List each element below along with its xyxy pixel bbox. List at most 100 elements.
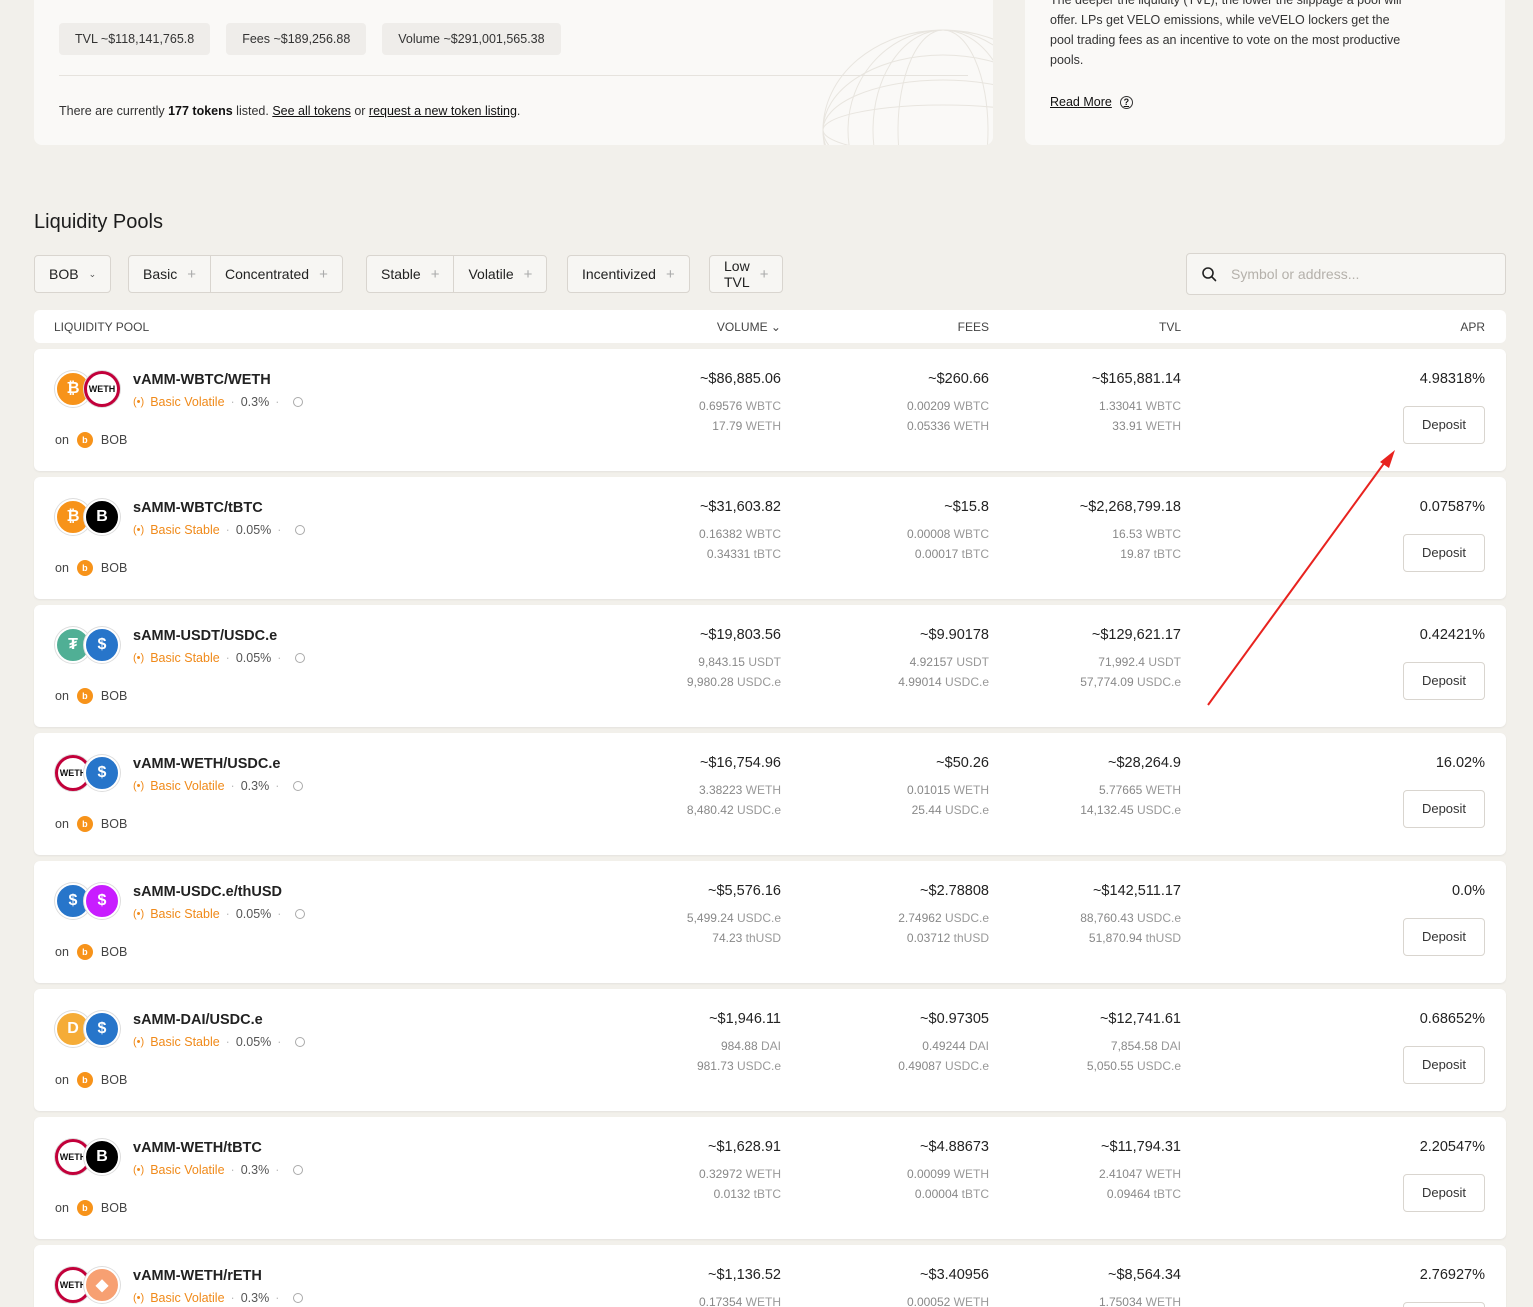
info-icon[interactable]: [295, 525, 306, 535]
volume-usd: ~$86,885.06: [699, 371, 781, 387]
info-icon[interactable]: [295, 653, 306, 663]
deposit-button[interactable]: Deposit: [1403, 1046, 1485, 1084]
deposit-button[interactable]: Deposit: [1403, 1174, 1485, 1212]
filter-low-tvl[interactable]: Low TVL +: [710, 256, 782, 292]
separator: ·: [225, 907, 230, 921]
filter-stable[interactable]: Stable +: [367, 256, 455, 292]
table-row[interactable]: WETH ◆ vAMM-WETH/rETH (•) Basic Volatile…: [34, 1245, 1506, 1307]
fees-cell: ~$0.97305 0.49244 DAI 0.49087 USDC.e: [898, 1011, 989, 1076]
pool-chain: on b BOB: [55, 944, 127, 960]
pool-fee: 0.05%: [235, 907, 272, 921]
low-tvl-filter-group: Low TVL +: [709, 255, 784, 293]
volume-breakdown: 0.17354 WETH: [699, 1292, 781, 1307]
deposit-button[interactable]: Deposit: [1403, 918, 1485, 956]
table-row[interactable]: ₿ WETH vAMM-WBTC/WETH (•) Basic Volatile…: [34, 349, 1506, 471]
fees-symbol-a: DAI: [968, 1039, 989, 1053]
apr-value: 0.68652%: [1419, 1011, 1485, 1027]
search-icon: [1202, 267, 1217, 282]
pool-meta: (•) Basic Stable · 0.05% ·: [133, 1035, 306, 1049]
token-b-icon: $: [84, 1011, 120, 1047]
table-row[interactable]: $ $ sAMM-USDC.e/thUSD (•) Basic Stable ·…: [34, 861, 1506, 983]
info-icon[interactable]: [293, 781, 304, 791]
volume-breakdown: 984.88 DAI 981.73 USDC.e: [697, 1036, 781, 1076]
pool-meta: (•) Basic Volatile · 0.3% ·: [133, 1163, 304, 1177]
filter-incentivized[interactable]: Incentivized +: [568, 256, 689, 292]
separator: ·: [277, 1035, 282, 1049]
deposit-button[interactable]: Deposit: [1403, 1302, 1485, 1307]
pool-name[interactable]: vAMM-WBTC/WETH: [133, 372, 271, 388]
volume-amount-a: 0.16382: [698, 527, 743, 541]
separator: ·: [275, 1163, 280, 1177]
filter-concentrated[interactable]: Concentrated +: [211, 256, 342, 292]
filter-basic[interactable]: Basic +: [129, 256, 211, 292]
separator: ·: [225, 523, 230, 537]
chain-name: BOB: [100, 1201, 128, 1215]
header-apr[interactable]: APR: [1460, 320, 1485, 334]
search-input[interactable]: [1231, 266, 1471, 282]
on-label: on: [55, 1201, 69, 1215]
info-icon[interactable]: [293, 1165, 304, 1175]
tvl-symbol-a: USDT: [1148, 655, 1181, 669]
separator: ·: [277, 907, 282, 921]
pool-name[interactable]: vAMM-WETH/tBTC: [133, 1140, 262, 1156]
header-tvl[interactable]: TVL: [1159, 320, 1181, 334]
tvl-symbol-b: tBTC: [1153, 1187, 1181, 1201]
tvl-symbol-a: WETH: [1145, 1167, 1181, 1181]
pool-fee: 0.3%: [240, 395, 270, 409]
tvl-cell: ~$2,268,799.18 16.53 WBTC 19.87 tBTC: [1080, 499, 1181, 564]
volume-usd: ~$16,754.96: [699, 755, 781, 771]
chain-dropdown-label: BOB: [49, 266, 79, 282]
read-more-link[interactable]: Read More ?: [1050, 95, 1133, 109]
table-row[interactable]: ₮ $ sAMM-USDT/USDC.e (•) Basic Stable · …: [34, 605, 1506, 727]
pool-token-icons: $ $: [55, 883, 121, 921]
deposit-button[interactable]: Deposit: [1403, 406, 1485, 444]
table-row[interactable]: WETH B vAMM-WETH/tBTC (•) Basic Volatile…: [34, 1117, 1506, 1239]
pool-type-icon: (•): [133, 1164, 145, 1176]
token-b-icon: B: [84, 499, 120, 535]
table-row[interactable]: ₿ B sAMM-WBTC/tBTC (•) Basic Stable · 0.…: [34, 477, 1506, 599]
pool-name[interactable]: vAMM-WETH/USDC.e: [133, 756, 280, 772]
fees-breakdown: 0.00209 WBTC 0.05336 WETH: [907, 396, 989, 436]
table-row[interactable]: WETH $ vAMM-WETH/USDC.e (•) Basic Volati…: [34, 733, 1506, 855]
info-icon[interactable]: [295, 909, 306, 919]
token-b-icon: ◆: [84, 1267, 120, 1303]
bob-chain-icon: b: [76, 560, 93, 576]
pool-name[interactable]: sAMM-USDC.e/thUSD: [133, 884, 282, 900]
pool-fee: 0.05%: [235, 651, 272, 665]
pool-type-icon: (•): [133, 524, 145, 536]
fees-symbol-b: USDC.e: [944, 803, 989, 817]
pool-name[interactable]: vAMM-WETH/rETH: [133, 1268, 262, 1284]
deposit-button[interactable]: Deposit: [1403, 534, 1485, 572]
tvl-amount-a: 16.53: [1112, 527, 1143, 541]
pool-token-icons: ₿ B: [55, 499, 121, 537]
table-row[interactable]: D $ sAMM-DAI/USDC.e (•) Basic Stable · 0…: [34, 989, 1506, 1111]
pool-type-icon: (•): [133, 908, 145, 920]
info-icon[interactable]: [293, 397, 304, 407]
deposit-button[interactable]: Deposit: [1403, 790, 1485, 828]
fees-symbol-a: USDC.e: [944, 911, 989, 925]
filter-low-tvl-label: Low TVL: [724, 258, 750, 290]
request-token-listing-link[interactable]: request a new token listing: [369, 104, 517, 118]
token-b-icon: $: [84, 755, 120, 791]
deposit-button[interactable]: Deposit: [1403, 662, 1485, 700]
pool-name[interactable]: sAMM-WBTC/tBTC: [133, 500, 263, 516]
pool-name[interactable]: sAMM-DAI/USDC.e: [133, 1012, 263, 1028]
volume-symbol-a: USDC.e: [736, 911, 781, 925]
filter-volatile[interactable]: Volatile +: [454, 256, 546, 292]
pool-type-icon: (•): [133, 1036, 145, 1048]
volume-symbol-a: WBTC: [745, 527, 781, 541]
volume-breakdown: 5,499.24 USDC.e 74.23 thUSD: [687, 908, 781, 948]
pool-name[interactable]: sAMM-USDT/USDC.e: [133, 628, 277, 644]
info-icon[interactable]: [293, 1293, 304, 1303]
info-icon[interactable]: [295, 1037, 306, 1047]
info-card: The deeper the liquidity (TVL), the lowe…: [1025, 0, 1505, 145]
header-volume-sort[interactable]: VOLUME ⌄: [717, 320, 781, 334]
header-fees[interactable]: FEES: [958, 320, 989, 334]
on-label: on: [55, 561, 69, 575]
tvl-symbol-b: USDC.e: [1136, 675, 1181, 689]
chain-dropdown[interactable]: BOB ⌄: [35, 256, 110, 292]
separator: ·: [225, 1035, 230, 1049]
see-all-tokens-link[interactable]: See all tokens: [272, 104, 351, 118]
tvl-symbol-a: WBTC: [1145, 527, 1181, 541]
volume-symbol-b: thUSD: [745, 931, 781, 945]
